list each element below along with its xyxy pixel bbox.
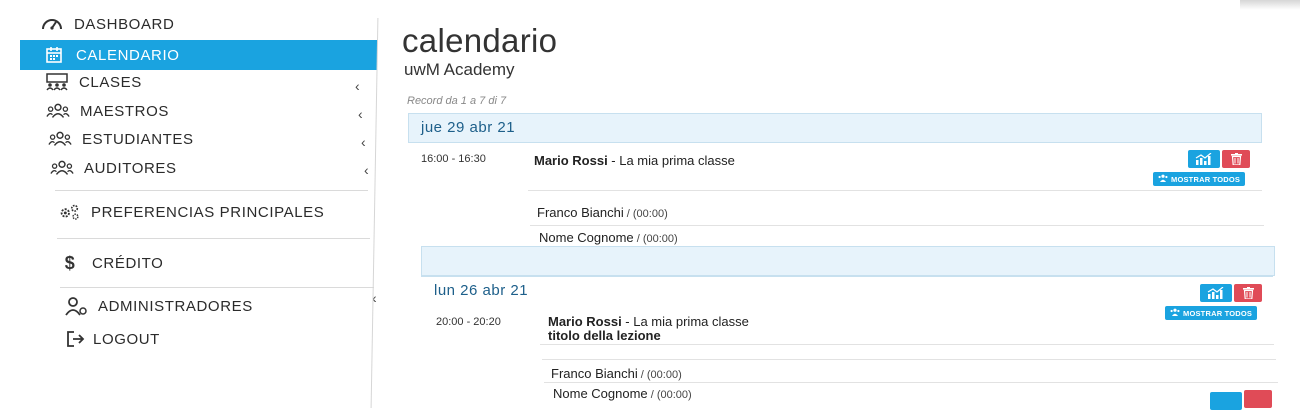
classes-icon — [45, 72, 69, 92]
lesson-teacher: Mario Rossi - La mia prima classe — [548, 314, 749, 329]
row-divider — [542, 359, 1276, 360]
show-all-label: MOSTRAR TODOS — [1171, 174, 1241, 184]
student-duration: / (00:00) — [647, 389, 692, 401]
delete-button[interactable] — [1222, 150, 1250, 168]
sidebar-item-label: MAESTROS — [80, 102, 169, 120]
student-row: Nome Cognome / (00:00) — [553, 386, 692, 401]
corner-shadow — [1240, 0, 1300, 10]
sidebar-item-label: CALENDARIO — [76, 46, 180, 64]
sidebar-item-label: LOGOUT — [93, 330, 160, 348]
student-row: Franco Bianchi / (00:00) — [537, 205, 668, 220]
student-row: Nome Cognome / (00:00) — [539, 230, 678, 245]
chevron-left-icon[interactable]: ‹ — [361, 134, 366, 150]
teacher-name: Mario Rossi — [534, 153, 608, 168]
row-divider — [530, 225, 1264, 226]
stats-button[interactable] — [1188, 150, 1220, 168]
gears-icon — [57, 202, 81, 222]
lesson-title: titolo della lezione — [548, 328, 661, 343]
delete-button[interactable] — [1244, 390, 1272, 408]
users-icon — [50, 158, 74, 178]
sidebar-item-label: CLASES — [79, 73, 142, 91]
sidebar-item-label: PREFERENCIAS PRINCIPALES — [91, 203, 325, 221]
logout-icon — [65, 329, 87, 349]
sidebar: DASHBOARD CALENDARIO CLASES ‹ MAESTROS ‹… — [0, 0, 378, 400]
chart-icon — [1207, 287, 1224, 299]
sidebar-divider — [60, 287, 374, 288]
users-icon — [46, 101, 70, 121]
class-name: - La mia prima classe — [621, 314, 749, 329]
lesson-time: 16:00 - 16:30 — [421, 153, 486, 165]
sidebar-item-label: ADMINISTRADORES — [98, 297, 253, 315]
sidebar-item-label: ESTUDIANTES — [82, 130, 194, 148]
row-divider — [528, 190, 1262, 191]
sidebar-item-preferencias[interactable]: PREFERENCIAS PRINCIPALES — [57, 198, 324, 226]
record-count: Record da 1 a 7 di 7 — [407, 95, 507, 107]
stats-button[interactable] — [1200, 284, 1232, 302]
show-all-button[interactable]: MOSTRAR TODOS — [1165, 306, 1258, 320]
lesson-teacher: Mario Rossi - La mia prima classe — [534, 153, 735, 168]
student-name: Franco Bianchi — [551, 366, 638, 381]
student-duration: / (00:00) — [633, 233, 678, 245]
show-all-label: MOSTRAR TODOS — [1183, 308, 1253, 318]
student-name: Nome Cognome — [553, 386, 648, 401]
chart-icon — [1195, 153, 1212, 165]
lesson-time: 20:00 - 20:20 — [436, 316, 501, 328]
sidebar-item-estudiantes[interactable]: ESTUDIANTES — [48, 125, 194, 153]
student-row: Franco Bianchi / (00:00) — [551, 366, 682, 381]
delete-button[interactable] — [1234, 284, 1262, 302]
trash-icon — [1230, 153, 1242, 165]
show-all-button[interactable]: MOSTRAR TODOS — [1153, 172, 1246, 186]
student-duration: / (00:00) — [637, 369, 682, 381]
sidebar-divider — [57, 238, 370, 239]
page-subtitle: uwM Academy — [404, 60, 515, 79]
date-label: lun 26 abr 21 — [434, 282, 529, 299]
date-divider — [421, 276, 1273, 277]
student-duration: / (00:00) — [623, 208, 668, 220]
sidebar-item-label: AUDITORES — [84, 159, 177, 177]
row-divider — [540, 344, 1274, 345]
teacher-name: Mario Rossi — [548, 314, 622, 329]
sidebar-item-clases[interactable]: CLASES — [45, 68, 142, 96]
sidebar-item-logout[interactable]: LOGOUT — [65, 325, 160, 353]
sidebar-item-label: DASHBOARD — [74, 15, 175, 33]
users-icon — [1170, 308, 1180, 318]
class-name: - La mia prima classe — [607, 153, 735, 168]
sidebar-item-maestros[interactable]: MAESTROS — [46, 97, 169, 125]
student-name: Franco Bianchi — [537, 205, 624, 220]
date-header — [408, 113, 1262, 143]
stats-button[interactable] — [1210, 392, 1242, 410]
dashboard-icon — [40, 14, 64, 34]
sidebar-item-auditores[interactable]: AUDITORES — [50, 154, 177, 182]
date-header — [421, 246, 1275, 276]
date-label: jue 29 abr 21 — [421, 119, 516, 136]
page-title: calendario — [402, 22, 558, 59]
sidebar-item-credito[interactable]: $ CRÉDITO — [58, 249, 163, 277]
sidebar-item-calendario[interactable]: CALENDARIO — [20, 40, 377, 70]
calendar-icon — [42, 45, 66, 65]
users-icon — [1158, 174, 1168, 184]
trash-icon — [1242, 287, 1254, 299]
sidebar-item-dashboard[interactable]: DASHBOARD — [40, 10, 174, 38]
sidebar-item-label: CRÉDITO — [92, 254, 164, 272]
student-name: Nome Cognome — [539, 230, 634, 245]
chevron-left-icon[interactable]: ‹ — [358, 106, 363, 122]
sidebar-divider — [55, 190, 368, 191]
chevron-left-icon[interactable]: ‹ — [364, 162, 369, 178]
dollar-icon: $ — [64, 252, 76, 273]
chevron-left-icon[interactable]: ‹ — [355, 78, 360, 94]
admin-user-icon — [64, 296, 88, 316]
row-divider — [544, 382, 1278, 383]
users-icon — [48, 129, 72, 149]
sidebar-item-administradores[interactable]: ADMINISTRADORES — [64, 292, 253, 320]
